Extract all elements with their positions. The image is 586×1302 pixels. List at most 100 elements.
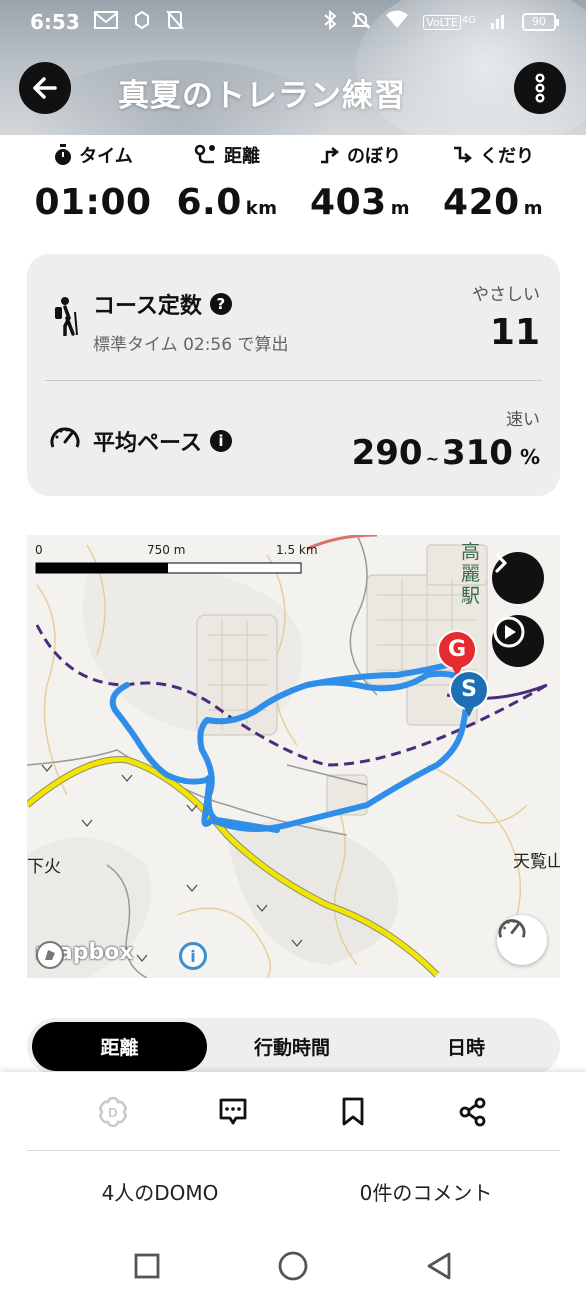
- share-button[interactable]: [453, 1092, 493, 1132]
- stat-ascent: のぼり 403 m: [290, 140, 430, 223]
- back-nav-button[interactable]: [422, 1248, 458, 1284]
- tab-distance[interactable]: 距離: [32, 1022, 207, 1071]
- more-vertical-icon: [535, 73, 545, 103]
- course-title-text: コース定数: [93, 294, 202, 319]
- mapbox-logo: mapbox: [35, 940, 134, 969]
- pace-low: 290: [351, 433, 423, 473]
- map-info-button[interactable]: i: [179, 942, 207, 970]
- map-play-button[interactable]: [492, 615, 544, 667]
- stat-time: タイム 01:00: [23, 140, 163, 223]
- stat-value: 420: [443, 182, 520, 223]
- course-constant-value: 11: [489, 312, 540, 353]
- hiker-icon: [55, 297, 78, 336]
- network-badge: VoLTE 4G: [423, 14, 476, 30]
- place-label-shimobi: 下火: [27, 857, 61, 877]
- bookmark-icon: [342, 1097, 364, 1126]
- chevron-right-icon: [495, 553, 507, 573]
- map-next-button[interactable]: [492, 552, 544, 604]
- comment-icon: [219, 1098, 247, 1125]
- recents-square-icon: [134, 1253, 160, 1279]
- no-sim-icon: [166, 9, 184, 35]
- mapbox-icon: [36, 941, 64, 969]
- share-icon: [459, 1097, 486, 1127]
- back-button[interactable]: [19, 62, 71, 114]
- battery-level: 90: [532, 15, 546, 28]
- stat-label: 距離: [224, 146, 260, 167]
- course-card: コース定数 ? 標準タイム 02:56 で算出 やさしい 11 平均ペース i …: [27, 254, 560, 496]
- graph-tabs: 距離 行動時間 日時: [27, 1018, 560, 1075]
- route-icon: [194, 144, 215, 164]
- pace-title-text: 平均ペース: [93, 431, 202, 456]
- average-pace-title: 平均ペース i: [93, 425, 232, 457]
- stat-label: くだり: [480, 146, 534, 167]
- system-nav-bar: [0, 1230, 586, 1302]
- map-speed-button[interactable]: [497, 915, 547, 965]
- speedometer-icon: [50, 427, 80, 448]
- scale-label-750m: 750 m: [147, 543, 186, 557]
- back-triangle-icon: [427, 1252, 451, 1280]
- ascent-icon: [321, 147, 340, 164]
- wifi-icon: [385, 10, 409, 35]
- domo-count[interactable]: 4人のDOMO: [40, 1177, 280, 1206]
- page-title: 真夏のトレラン練習: [118, 78, 406, 114]
- mute-icon: [351, 10, 371, 35]
- volte-label: VoLTE: [423, 14, 461, 30]
- status-bar-right: VoLTE 4G 90: [323, 8, 559, 36]
- stat-unit: m: [523, 198, 543, 219]
- stopwatch-icon: [55, 144, 72, 165]
- battery-icon: 90: [522, 13, 559, 31]
- sheet-divider: [27, 1150, 560, 1151]
- place-label-tenranzan: 天覧山: [513, 852, 560, 872]
- header: 6:53 VoLTE 4G 90 真夏のトレラン練習: [0, 0, 586, 135]
- home-button[interactable]: [275, 1248, 311, 1284]
- pace-unit: %: [519, 445, 540, 469]
- comment-count[interactable]: 0件のコメント: [306, 1177, 546, 1206]
- course-subtitle: 標準タイム 02:56 で算出: [93, 335, 289, 355]
- start-marker[interactable]: S: [457, 677, 481, 702]
- stat-label: のぼり: [347, 146, 401, 167]
- tab-moving-time[interactable]: 行動時間: [207, 1022, 377, 1071]
- help-icon[interactable]: ?: [209, 293, 232, 315]
- stat-unit: km: [245, 198, 278, 219]
- goal-marker[interactable]: G: [445, 637, 469, 662]
- bookmark-button[interactable]: [333, 1092, 373, 1132]
- speed-label: 速い: [506, 410, 540, 430]
- domo-icon: D: [99, 1096, 127, 1128]
- stat-value: 01:00: [34, 182, 152, 223]
- pace-high: 310: [441, 433, 513, 473]
- stat-distance: 距離 6.0 km: [157, 140, 297, 223]
- signal-icon: [490, 10, 508, 34]
- comment-button[interactable]: [213, 1092, 253, 1132]
- course-constant-row: コース定数 ? 標準タイム 02:56 で算出 やさしい 11: [27, 254, 560, 380]
- play-circle-icon: [493, 616, 525, 648]
- status-bar-left: 6:53: [30, 8, 184, 36]
- svg-text:D: D: [108, 1105, 117, 1120]
- average-pace-row: 平均ペース i 速い 290 ~ 310 %: [27, 381, 560, 496]
- pace-separator: ~: [425, 449, 439, 468]
- stat-value: 403: [310, 182, 387, 223]
- gmail-icon: [93, 10, 118, 35]
- place-label-station: 高麗駅: [461, 541, 481, 607]
- network-gen-label: 4G: [461, 14, 476, 26]
- stat-descent: くだり 420 m: [423, 140, 563, 223]
- difficulty-label: やさしい: [472, 285, 540, 305]
- status-time: 6:53: [30, 10, 80, 34]
- route-map[interactable]: 0 750 m 1.5 km 高麗駅 下火 天覧山 G S mapbox i: [27, 535, 560, 978]
- notification-icon: [132, 10, 152, 35]
- course-constant-title: コース定数 ?: [93, 288, 288, 320]
- home-circle-icon: [278, 1251, 308, 1281]
- stat-label: タイム: [79, 146, 133, 167]
- stat-unit: m: [390, 198, 410, 219]
- scale-label-0: 0: [35, 543, 43, 557]
- info-icon[interactable]: i: [209, 430, 232, 452]
- domo-button[interactable]: D: [93, 1092, 133, 1132]
- more-menu-button[interactable]: [514, 62, 566, 114]
- action-sheet: D 4人のDOMO 0件のコメント: [0, 1072, 586, 1230]
- bluetooth-icon: [323, 9, 337, 35]
- recents-button[interactable]: [129, 1248, 165, 1284]
- speedometer-icon: [498, 919, 526, 938]
- stat-value: 6.0: [176, 182, 242, 223]
- average-pace-value: 290 ~ 310 %: [352, 433, 540, 473]
- arrow-left-icon: [33, 77, 57, 99]
- tab-date-time[interactable]: 日時: [377, 1022, 555, 1071]
